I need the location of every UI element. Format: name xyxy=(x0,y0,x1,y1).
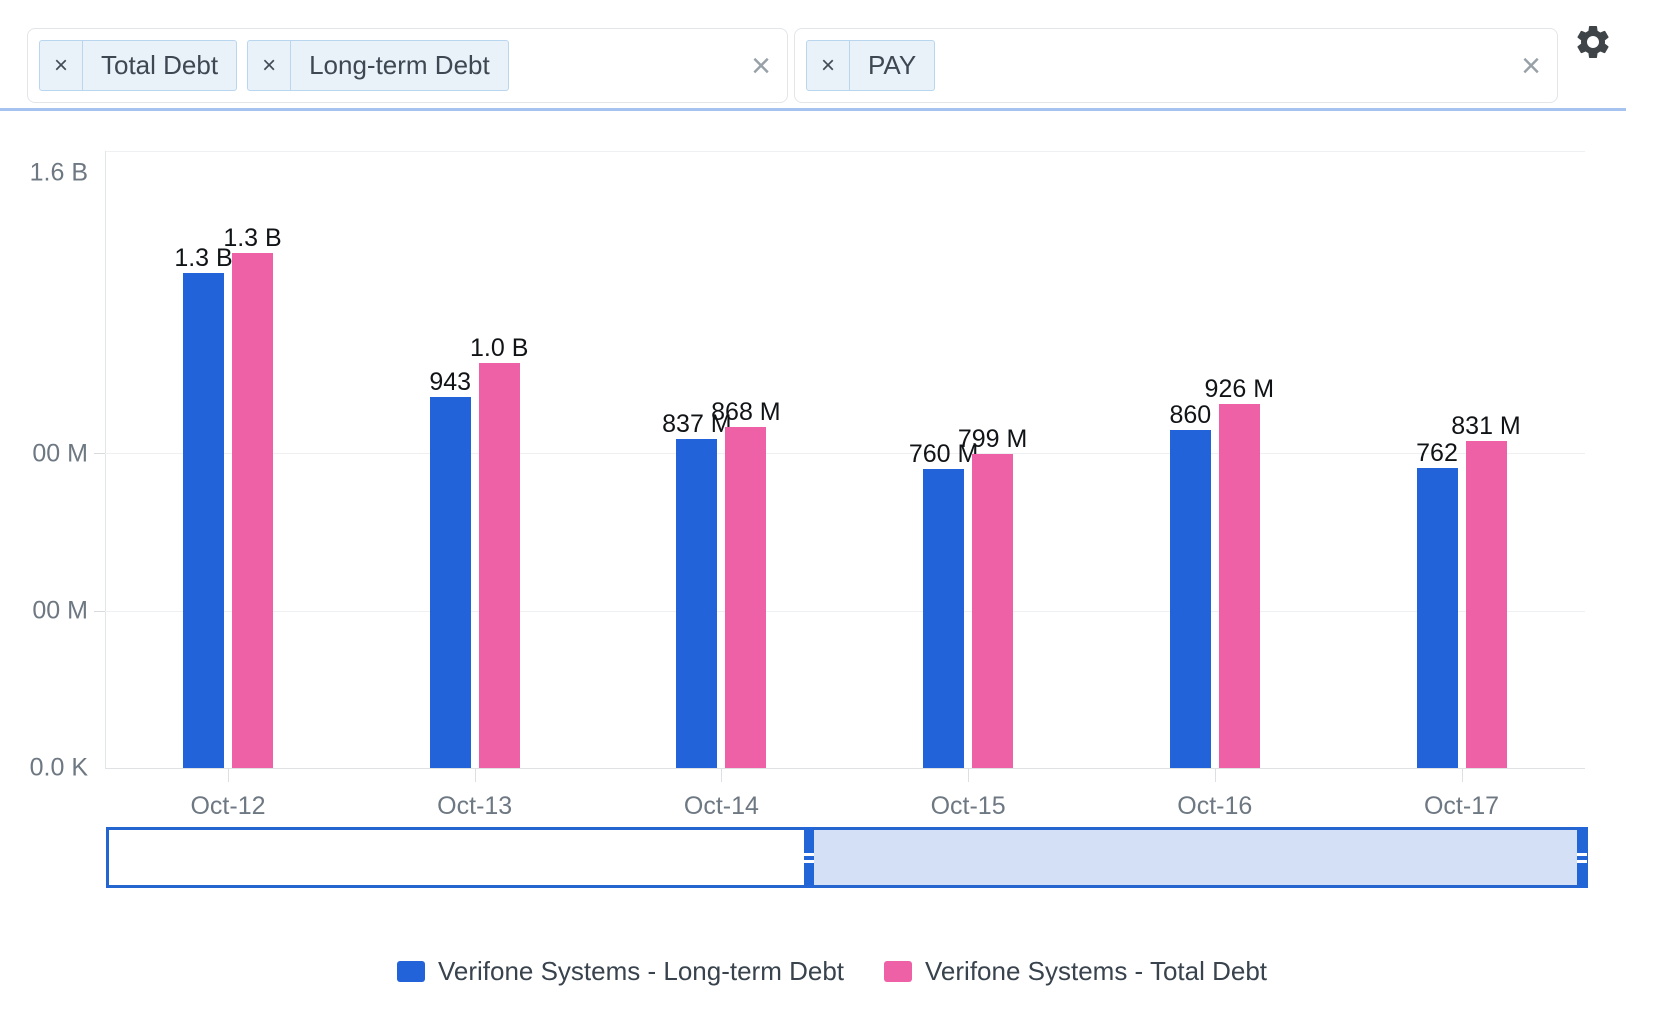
bar-value-label-long-term-debt-oct-13: 943 xyxy=(429,368,471,396)
bar-total-debt-oct-14[interactable] xyxy=(725,427,766,768)
x-axis-line xyxy=(105,768,1585,769)
navigator-left-handle[interactable] xyxy=(804,827,814,888)
legend-item-verifone-systems-long-term-debt[interactable]: Verifone Systems - Long-term Debt xyxy=(397,956,844,987)
legend-swatch xyxy=(397,961,425,982)
bar-long-term-debt-oct-12[interactable] xyxy=(183,273,224,768)
x-axis-label: Oct-16 xyxy=(1177,792,1252,821)
bar-total-debt-oct-15[interactable] xyxy=(972,454,1013,768)
bar-long-term-debt-oct-15[interactable] xyxy=(923,469,964,768)
x-axis-tick xyxy=(475,769,476,782)
bar-value-label-total-debt-oct-16: 926 M xyxy=(1205,375,1274,403)
bar-value-label-long-term-debt-oct-17: 762 xyxy=(1416,439,1458,467)
x-axis-tick xyxy=(968,769,969,782)
bar-value-label-total-debt-oct-14: 868 M xyxy=(711,398,780,426)
x-axis-label: Oct-14 xyxy=(684,792,759,821)
x-axis-label: Oct-15 xyxy=(931,792,1006,821)
legend-item-verifone-systems-total-debt[interactable]: Verifone Systems - Total Debt xyxy=(884,956,1267,987)
x-axis-tick xyxy=(1462,769,1463,782)
bar-long-term-debt-oct-16[interactable] xyxy=(1170,430,1211,768)
y-axis-label: 00 M xyxy=(0,597,88,626)
navigator-selected-range[interactable] xyxy=(814,830,1580,885)
chart-legend: Verifone Systems - Long-term Debt Verifon… xyxy=(0,956,1664,987)
x-axis-tick xyxy=(1215,769,1216,782)
page: ×Total Debt×Long-term Debt × ×PAY × 1.6 … xyxy=(0,0,1664,1024)
x-axis-tick xyxy=(228,769,229,782)
bar-value-label-total-debt-oct-17: 831 M xyxy=(1451,412,1520,440)
y-axis-tick xyxy=(94,453,105,454)
x-axis-label: Oct-13 xyxy=(437,792,512,821)
handle-grip-icon xyxy=(1577,853,1587,863)
legend-label: Verifone Systems - Long-term Debt xyxy=(438,956,844,987)
bar-long-term-debt-oct-13[interactable] xyxy=(430,397,471,768)
gridline-400m xyxy=(105,611,1585,612)
handle-grip-icon xyxy=(804,853,814,863)
plot-top-line xyxy=(105,151,1585,152)
bar-long-term-debt-oct-17[interactable] xyxy=(1417,468,1458,768)
bar-total-debt-oct-17[interactable] xyxy=(1466,441,1507,768)
y-axis-label: 00 M xyxy=(0,440,88,469)
bar-value-label-long-term-debt-oct-16: 860 xyxy=(1169,401,1211,429)
legend-swatch xyxy=(884,961,912,982)
bar-value-label-total-debt-oct-13: 1.0 B xyxy=(470,334,528,362)
y-axis-label: 0.0 K xyxy=(0,754,88,783)
bar-value-label-total-debt-oct-12: 1.3 B xyxy=(223,224,281,252)
range-navigator[interactable] xyxy=(106,827,1588,888)
legend-label: Verifone Systems - Total Debt xyxy=(925,956,1267,987)
navigator-right-handle[interactable] xyxy=(1577,827,1587,888)
gridline-800m xyxy=(105,453,1585,454)
y-axis-tick xyxy=(94,611,105,612)
x-axis-tick xyxy=(721,769,722,782)
x-axis-label: Oct-17 xyxy=(1424,792,1499,821)
y-axis-line xyxy=(105,151,106,768)
bar-total-debt-oct-12[interactable] xyxy=(232,253,273,768)
y-axis-label: 1.6 B xyxy=(0,159,88,188)
bar-value-label-total-debt-oct-15: 799 M xyxy=(958,425,1027,453)
x-axis-label: Oct-12 xyxy=(190,792,265,821)
bar-long-term-debt-oct-14[interactable] xyxy=(676,439,717,768)
bar-total-debt-oct-16[interactable] xyxy=(1219,404,1260,768)
bar-total-debt-oct-13[interactable] xyxy=(479,363,520,768)
